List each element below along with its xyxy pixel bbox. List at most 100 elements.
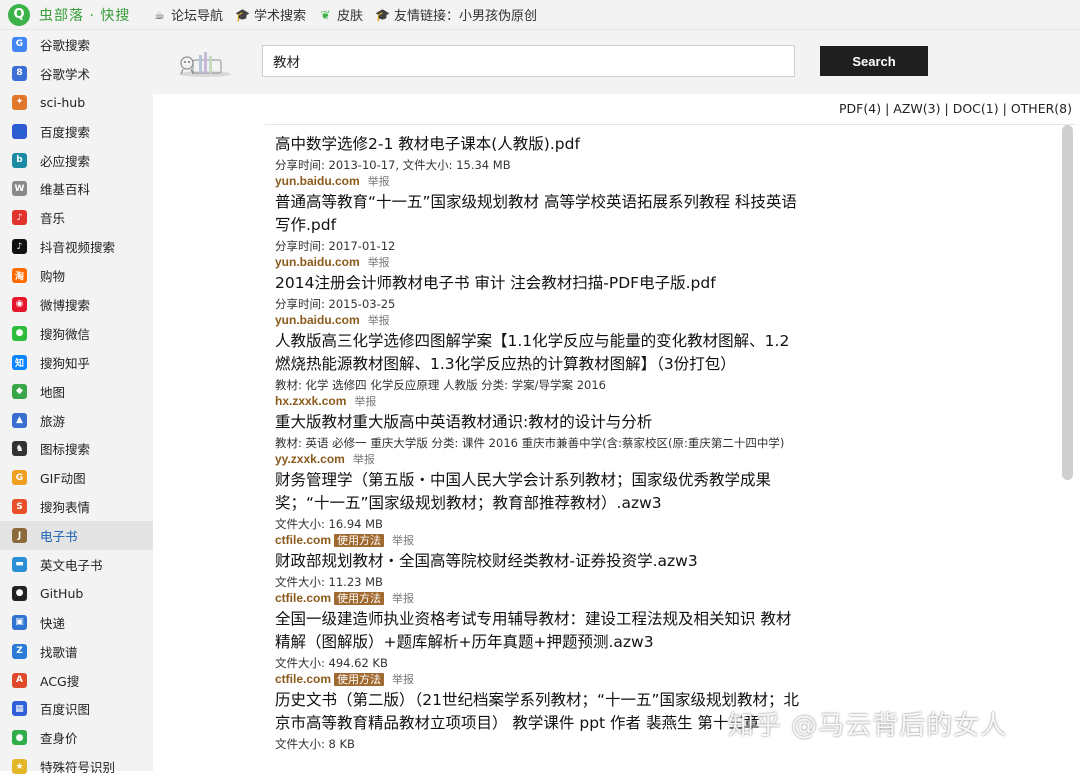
sidebar-item[interactable]: b 必应搜索	[0, 146, 153, 175]
usage-guide-badge[interactable]: 使用方法	[334, 534, 385, 547]
sidebar-item[interactable]: Z 找歌谱	[0, 637, 153, 666]
result-source: yun.baidu.com 举报	[275, 312, 800, 329]
result-meta: 分享时间: 2017-01-12	[275, 239, 396, 253]
file-type-filters: PDF(4) | AZW(3) | DOC(1) | OTHER(8)	[839, 101, 1072, 116]
sidebar-item[interactable]: ● 搜狗微信	[0, 319, 153, 348]
sidebar-item-label: 图标搜索	[40, 442, 91, 458]
result-domain-link[interactable]: yun.baidu.com	[275, 174, 360, 188]
sidebar-item-icon: G	[12, 36, 27, 52]
sidebar-item-label: 购物	[40, 269, 66, 285]
sidebar-item[interactable]: 淘购物	[0, 261, 153, 290]
filter-other[interactable]: OTHER(8)	[1011, 101, 1072, 116]
search-button[interactable]: Search	[820, 46, 928, 76]
sidebar-item[interactable]: G GIF动图	[0, 463, 153, 492]
sidebar-item-label: 电子书	[40, 529, 78, 545]
filter-doc[interactable]: DOC(1)	[953, 101, 999, 116]
sidebar-item-label: GitHub	[40, 585, 84, 601]
result-title-link[interactable]: 重大版教材重大版高中英语教材通识:教材的设计与分析	[275, 411, 800, 434]
sidebar-item-label: 必应搜索	[40, 153, 91, 169]
result-domain-link[interactable]: yy.zxxk.com	[275, 452, 345, 466]
sidebar-item[interactable]: ◉ 微博搜索	[0, 290, 153, 319]
report-link[interactable]: 举报	[368, 314, 390, 327]
sidebar-item-icon: 8	[12, 65, 27, 81]
report-link[interactable]: 举报	[354, 395, 376, 408]
watermark: 知乎 @马云背后的女人	[728, 711, 1008, 741]
sidebar-item-icon: ♪	[12, 239, 27, 255]
filter-azw[interactable]: AZW(3)	[893, 101, 940, 116]
results-scrollbar[interactable]	[1062, 125, 1073, 480]
result-title-link[interactable]: 财政部规划教材・全国高等院校财经类教材-证券投资学.azw3	[275, 550, 800, 573]
sidebar-item[interactable]: J 电子书	[0, 521, 153, 551]
top-bar: Q 虫部落 · 快搜 ☕ 论坛导航 🎓 学术搜索 ❦ 皮肤 🎓 友情链接：小男孩…	[0, 0, 1080, 30]
result-item: 高中数学选修2-1 教材电子课本(人教版).pdf 分享时间: 2013-10-1…	[275, 133, 800, 190]
result-title-link[interactable]: 2014注册会计师教材电子书 审计 注会教材扫描-PDF电子版.pdf	[275, 272, 800, 295]
site-logo[interactable]: Q 虫部落 · 快搜	[0, 0, 152, 30]
sidebar-item[interactable]: ✦ sci-hub	[0, 88, 153, 117]
sidebar-item[interactable]: ♪ 抖音视频搜索	[0, 232, 153, 261]
sidebar-item-label: 搜狗知乎	[40, 355, 91, 371]
sidebar-item[interactable]: ◆ 地图	[0, 377, 153, 406]
sidebar-item[interactable]: 8 谷歌学术	[0, 59, 153, 88]
topnav-friend-links[interactable]: 🎓 友情链接：小男孩伪原创	[375, 5, 537, 25]
usage-guide-badge[interactable]: 使用方法	[334, 592, 385, 605]
sidebar-item-label: 谷歌学术	[40, 66, 91, 82]
mortarboard-icon: 🎓	[235, 7, 250, 22]
sidebar-item-icon: ★	[12, 759, 27, 775]
topnav-skin[interactable]: ❦ 皮肤	[318, 5, 364, 25]
result-title-link[interactable]: 人教版高三化学选修四图解学案【1.1化学反应与能量的变化教材图解、1.2燃烧热能…	[275, 330, 800, 376]
result-domain-link[interactable]: hx.zxxk.com	[275, 394, 346, 408]
result-source: ctfile.com 使用方法 举报	[275, 590, 800, 607]
sidebar-item[interactable]: G 谷歌搜索	[0, 30, 153, 59]
sidebar-item[interactable]: 知搜狗知乎	[0, 348, 153, 377]
result-title-link[interactable]: 财务管理学（第五版・中国人民大学会计系列教材；国家级优秀教学成果奖；“十一五”国…	[275, 469, 800, 515]
sidebar-item-icon: ▬	[12, 556, 27, 572]
result-domain-link[interactable]: ctfile.com	[275, 591, 331, 605]
sidebar-item[interactable]: ▣ 快递	[0, 608, 153, 637]
report-link[interactable]: 举报	[392, 673, 414, 686]
report-link[interactable]: 举报	[368, 175, 390, 188]
search-bar-area: Search	[153, 30, 1080, 94]
report-link[interactable]: 举报	[392, 534, 414, 547]
result-domain-link[interactable]: yun.baidu.com	[275, 255, 360, 269]
report-link[interactable]: 举报	[353, 453, 375, 466]
sidebar-item[interactable]: ▦ 百度识图	[0, 694, 153, 723]
sidebar-item[interactable]: ♞ 图标搜索	[0, 434, 153, 463]
sidebar-item[interactable]: ★ 特殊符号识别	[0, 752, 153, 781]
result-title-link[interactable]: 高中数学选修2-1 教材电子课本(人教版).pdf	[275, 133, 800, 156]
result-domain-link[interactable]: yun.baidu.com	[275, 313, 360, 327]
usage-guide-badge[interactable]: 使用方法	[334, 673, 385, 686]
sidebar-item[interactable]: ♪ 音乐	[0, 203, 153, 232]
filter-separator: |	[1002, 101, 1007, 116]
sidebar-item-label: 搜狗微信	[40, 326, 91, 342]
sidebar-item-icon: W	[12, 181, 27, 197]
topnav-academic-search[interactable]: 🎓 学术搜索	[235, 5, 306, 25]
result-title-link[interactable]: 历史文书（第二版）（21世纪档案学系列教材；“十一五”国家级规划教材；北京市高等…	[275, 689, 800, 735]
sidebar-item[interactable]: S 搜狗表情	[0, 492, 153, 521]
report-link[interactable]: 举报	[368, 256, 390, 269]
report-link[interactable]: 举报	[392, 592, 414, 605]
result-source: yun.baidu.com 举报	[275, 173, 800, 190]
result-title-link[interactable]: 全国一级建造师执业资格考试专用辅导教材：建设工程法规及相关知识 教材精解（图解版…	[275, 608, 800, 654]
sidebar-item[interactable]: 🐾 百度搜索	[0, 117, 153, 146]
result-meta: 分享时间: 2013-10-17, 文件大小: 15.34 MB	[275, 158, 511, 172]
sidebar-item-icon: A	[12, 672, 27, 688]
topnav-forum-nav[interactable]: ☕ 论坛导航	[152, 5, 223, 25]
sidebar-item-label: 英文电子书	[40, 557, 103, 573]
sidebar-item[interactable]: A ACG搜	[0, 666, 153, 695]
result-domain-link[interactable]: ctfile.com	[275, 533, 331, 547]
result-source: yy.zxxk.com 举报	[275, 451, 800, 468]
result-domain-link[interactable]: ctfile.com	[275, 672, 331, 686]
result-source: hx.zxxk.com 举报	[275, 393, 800, 410]
search-input[interactable]	[262, 45, 795, 77]
sidebar-item-icon: ●	[12, 585, 27, 601]
sidebar-item[interactable]: ▬ 英文电子书	[0, 550, 153, 579]
sidebar: G 谷歌搜索 8 谷歌学术 ✦ sci-hub 🐾 百度搜索 b 必应搜索 W 维基百科 ♪ 音乐 ♪ 抖音视…	[0, 30, 153, 775]
sidebar-item[interactable]: ● GitHub	[0, 579, 153, 608]
filter-pdf[interactable]: PDF(4)	[839, 101, 881, 116]
sidebar-item-icon: Z	[12, 643, 27, 659]
result-title-link[interactable]: 普通高等教育“十一五”国家级规划教材 高等学校英语拓展系列教程 科技英语写作.p…	[275, 191, 800, 237]
result-item: 2014注册会计师教材电子书 审计 注会教材扫描-PDF电子版.pdf 分享时间:…	[275, 272, 800, 329]
sidebar-item[interactable]: ▲ 旅游	[0, 406, 153, 435]
sidebar-item[interactable]: ● 查身价	[0, 723, 153, 752]
sidebar-item[interactable]: W 维基百科	[0, 174, 153, 203]
